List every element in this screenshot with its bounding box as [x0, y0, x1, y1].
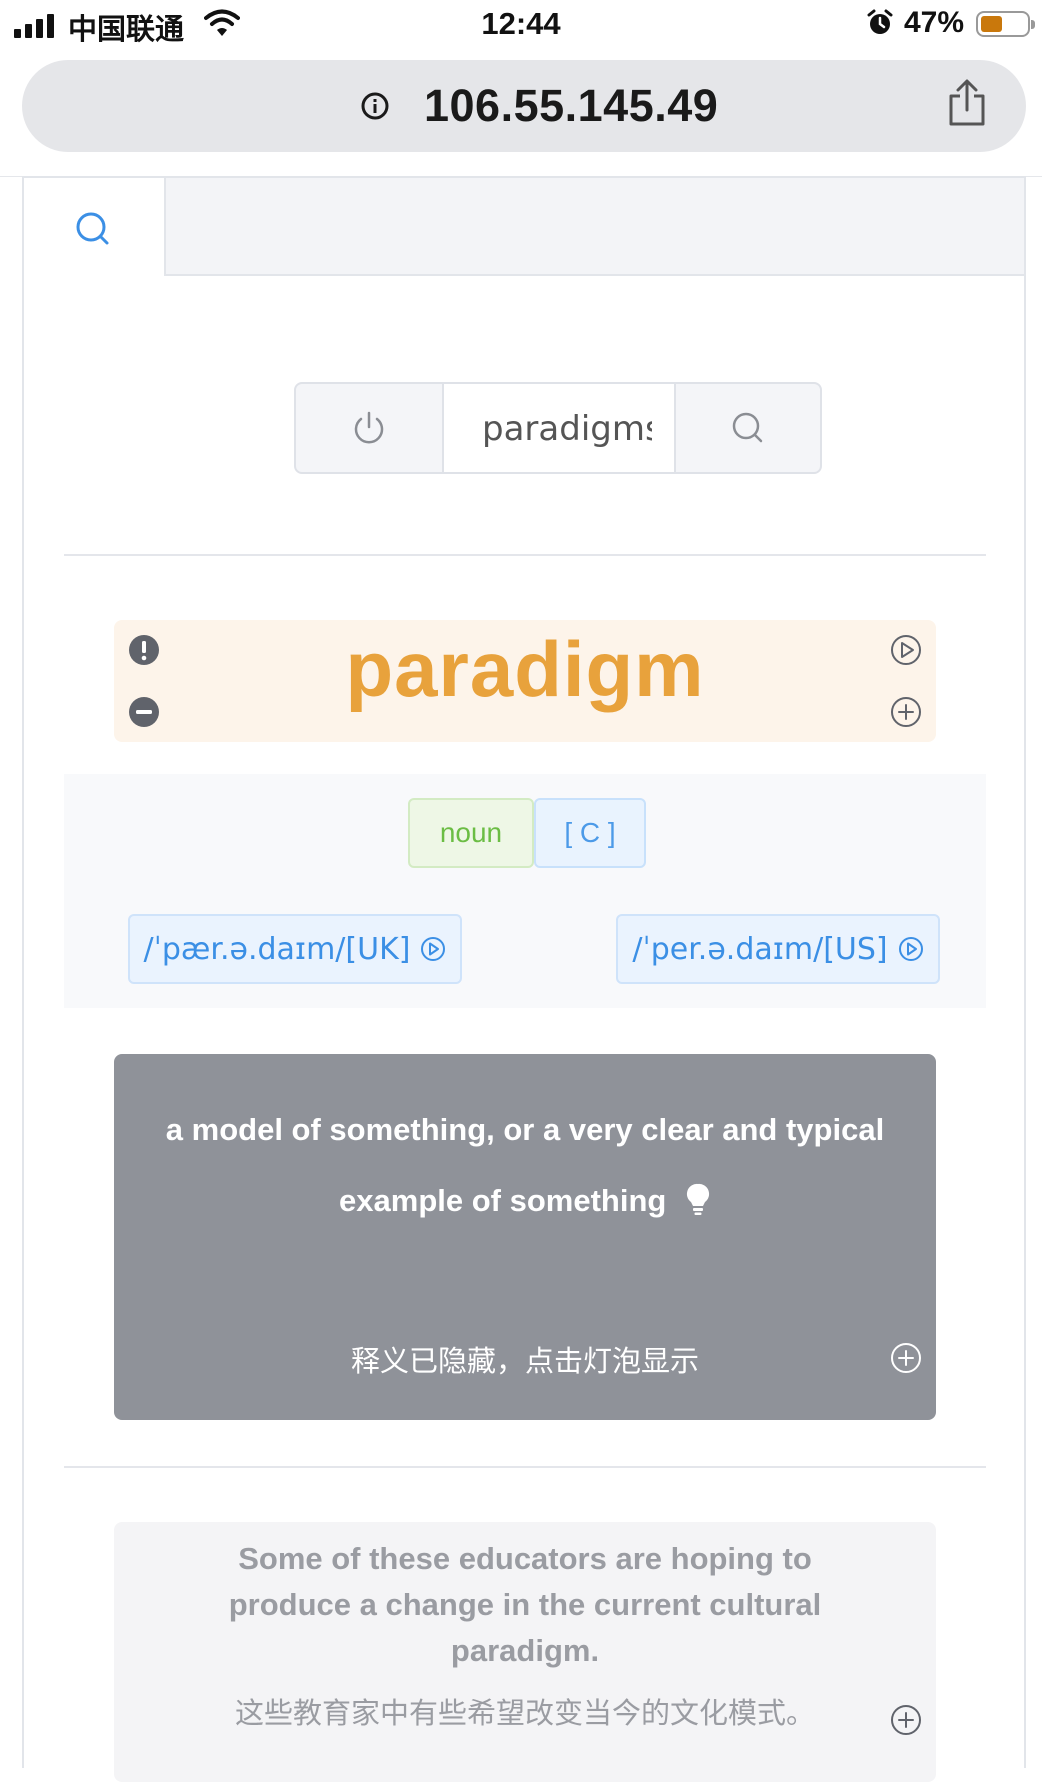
- definition-label: a model of something, or a very clear an…: [165, 1112, 885, 1218]
- tab-empty-area: [164, 178, 1024, 276]
- tab-bar: [24, 178, 1024, 278]
- part-of-speech-tag: noun: [408, 798, 534, 868]
- tab-search[interactable]: [24, 178, 164, 278]
- pronunciation-us-text: /ˈper.ə.daɪm/[US]: [632, 931, 888, 967]
- battery-fill: [981, 16, 1002, 32]
- power-icon: [354, 411, 384, 444]
- share-icon[interactable]: [946, 78, 988, 128]
- info-icon[interactable]: [360, 91, 390, 121]
- report-icon[interactable]: [128, 634, 160, 666]
- battery-icon: [976, 11, 1035, 37]
- word-search-field[interactable]: [442, 384, 676, 472]
- url-text[interactable]: 106.55.145.49: [424, 80, 718, 132]
- grammar-tag: [ C ]: [534, 798, 646, 868]
- definition-hidden-hint: 释义已隐藏，点击灯泡显示: [350, 1344, 699, 1378]
- battery-percent: 47%: [904, 6, 965, 39]
- word-header: paradigm: [114, 620, 936, 742]
- example-card: Some of these educators are hoping to pr…: [114, 1522, 936, 1782]
- power-button[interactable]: [296, 384, 442, 472]
- search-button[interactable]: [676, 384, 820, 472]
- status-bar: 中国联通 12:44 47%: [0, 0, 1042, 52]
- pronunciation-uk-text: /ˈpær.ə.daɪm/[UK]: [143, 931, 411, 967]
- pronunciation-us-button[interactable]: /ˈper.ə.daɪm/[US]: [616, 914, 940, 984]
- search-icon: [76, 212, 109, 245]
- play-icon: [898, 937, 923, 961]
- play-icon: [421, 937, 446, 961]
- add-icon[interactable]: [890, 1704, 922, 1736]
- alarm-icon: [867, 9, 893, 34]
- divider: [64, 1466, 986, 1468]
- lightbulb-icon[interactable]: [685, 1182, 711, 1216]
- definition-card[interactable]: a model of something, or a very clear an…: [114, 1054, 936, 1420]
- divider: [64, 554, 986, 556]
- headword: paradigm: [345, 625, 705, 713]
- page-content: paradigm noun [ C ] /ˈpær.ə.daɪm/[UK]: [22, 176, 1026, 1782]
- remove-icon[interactable]: [128, 696, 160, 728]
- example-sentence-zh: 这些教育家中有些希望改变当今的文化模式。: [234, 1696, 815, 1730]
- search-group: [294, 382, 822, 474]
- search-icon: [732, 412, 763, 443]
- add-icon[interactable]: [890, 696, 922, 728]
- address-bar[interactable]: 106.55.145.49: [22, 60, 1026, 152]
- word-info-panel: noun [ C ] /ˈpær.ə.daɪm/[UK] /ˈper.ə.daɪ…: [64, 774, 986, 1008]
- add-icon[interactable]: [890, 1342, 922, 1374]
- pronunciation-uk-button[interactable]: /ˈpær.ə.daɪm/[UK]: [128, 914, 462, 984]
- definition-text: a model of something, or a very clear an…: [154, 1094, 896, 1236]
- word-search-input[interactable]: [480, 408, 654, 450]
- play-icon[interactable]: [890, 634, 922, 666]
- example-sentence-en: Some of these educators are hoping to pr…: [228, 1541, 822, 1668]
